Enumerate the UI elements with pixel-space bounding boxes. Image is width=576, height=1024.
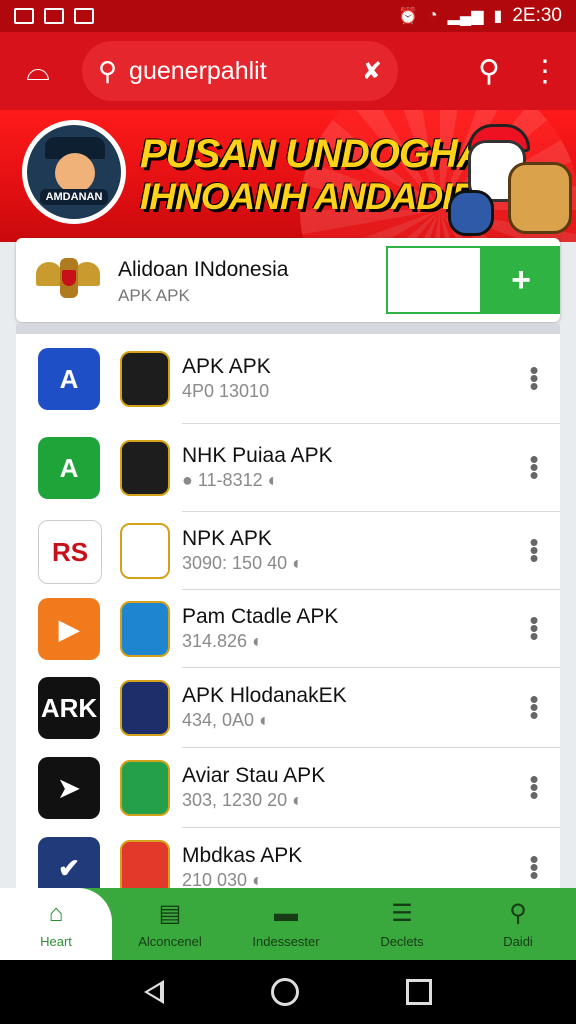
badge-ribbon: AMDANAN bbox=[39, 189, 109, 205]
app-icon: A bbox=[38, 437, 100, 499]
list-item[interactable]: A APK APK 4P0 13010 • • • bbox=[16, 334, 560, 424]
overflow-menu-icon[interactable]: • • • bbox=[524, 529, 544, 571]
app-name: Aviar Stau APK bbox=[182, 764, 326, 787]
nav-item-indessester[interactable]: ▬ Indessester bbox=[228, 888, 344, 960]
overflow-menu-icon[interactable]: • • • bbox=[524, 686, 544, 728]
status-notifications bbox=[14, 8, 94, 24]
section-divider bbox=[16, 324, 560, 334]
app-version: 4P0 13010 bbox=[182, 381, 270, 401]
search-icon: ⚲ bbox=[509, 900, 527, 927]
app-version: ● 11-8312 ◐ bbox=[182, 470, 279, 490]
overflow-menu-icon[interactable]: • • • bbox=[524, 357, 544, 399]
app-badge-icon bbox=[120, 440, 170, 496]
mascot-brown bbox=[508, 162, 572, 234]
app-version: 303, 1230 20 ◐ bbox=[182, 790, 303, 810]
app-list: A APK APK 4P0 13010 • • • A NHK Puiaa APK ● 11-8… bbox=[16, 334, 560, 894]
signal-icon: ▂▄▆ bbox=[447, 8, 484, 25]
app-badge-icon bbox=[120, 523, 170, 579]
status-system: ⏰ ◔ ▂▄▆ ▮ 2E:30 bbox=[398, 5, 562, 27]
featured-card[interactable]: Alidoan INdonesia APK APK + bbox=[16, 238, 560, 322]
logo-wing-left bbox=[36, 262, 62, 286]
featured-subtitle: APK APK bbox=[118, 286, 190, 305]
clear-icon[interactable]: ✘ bbox=[362, 57, 382, 86]
nav-label: Declets bbox=[380, 934, 424, 949]
overflow-menu-icon[interactable]: • • • bbox=[524, 446, 544, 488]
search-button[interactable]: ⚲ bbox=[478, 54, 500, 89]
wifi-icon: ◔ bbox=[427, 7, 438, 24]
mascot-robot bbox=[448, 190, 494, 236]
nav-item-home[interactable]: ⌂ Heart bbox=[0, 888, 112, 960]
search-icon: ⚲ bbox=[98, 55, 118, 86]
nav-item-daidi[interactable]: ⚲ Daidi bbox=[460, 888, 576, 960]
basket-icon[interactable]: ⌓ bbox=[16, 49, 60, 93]
logo-shield bbox=[62, 270, 76, 286]
clock: 2E:30 bbox=[512, 5, 562, 26]
list-item[interactable]: A NHK Puiaa APK ● 11-8312 ◐ • • • bbox=[16, 424, 560, 512]
list-item[interactable]: ▶ Pam Ctadle APK 314.826 ◐ • • • bbox=[16, 590, 560, 668]
app-icon: ➤ bbox=[38, 757, 100, 819]
add-button[interactable]: + bbox=[482, 246, 560, 314]
app-name: NPK APK bbox=[182, 527, 272, 550]
list-item[interactable]: ➤ Aviar Stau APK 303, 1230 20 ◐ • • • bbox=[16, 748, 560, 828]
overflow-menu-icon[interactable]: • • • bbox=[524, 846, 544, 888]
featured-title: Alidoan INdonesia bbox=[118, 258, 289, 281]
app-version: 314.826 ◐ bbox=[182, 631, 263, 651]
app-badge-icon bbox=[120, 840, 170, 894]
banner-headline-1: PUSAN UNDOGHAN bbox=[140, 132, 514, 176]
battery-icon: ▮ bbox=[493, 8, 503, 25]
image-icon bbox=[44, 8, 64, 24]
recents-icon[interactable] bbox=[406, 979, 433, 1005]
status-bar: ⏰ ◔ ▂▄▆ ▮ 2E:30 bbox=[0, 0, 576, 32]
nav-label: Alconcenel bbox=[138, 934, 202, 949]
app-name: Pam Ctadle APK bbox=[182, 605, 339, 628]
app-name: APK HlodanakEK bbox=[182, 684, 347, 707]
list-item[interactable]: ✔ Mbdkas APK 210 030 ◐ • • • bbox=[16, 828, 560, 894]
app-icon: ARK bbox=[38, 677, 100, 739]
list-icon: ☰ bbox=[391, 900, 413, 927]
banner-headline-2: IHNOANH ANDADIR! bbox=[140, 176, 489, 217]
banner-badge: AMDANAN bbox=[22, 120, 126, 224]
overflow-menu-icon[interactable]: • • • bbox=[524, 766, 544, 808]
list-item[interactable]: RS NPK APK 3090: 150 40 ◐ • • • bbox=[16, 512, 560, 590]
featured-blank-box[interactable] bbox=[386, 246, 482, 314]
app-name: NHK Puiaa APK bbox=[182, 444, 333, 467]
document-icon: ▤ bbox=[158, 900, 182, 927]
nav-item-alconcenel[interactable]: ▤ Alconcenel bbox=[112, 888, 228, 960]
app-icon: RS bbox=[38, 520, 102, 584]
app-icon: ✔ bbox=[38, 837, 100, 894]
search-input[interactable]: ⚲ guenerpahlit ✘ bbox=[82, 41, 398, 101]
nav-label: Daidi bbox=[503, 934, 533, 949]
notification-icon bbox=[14, 8, 34, 24]
app-icon: A bbox=[38, 348, 100, 410]
app-name: Mbdkas APK bbox=[182, 844, 303, 867]
garuda-logo bbox=[36, 248, 100, 310]
chat-icon: ▬ bbox=[274, 899, 298, 927]
nav-label: Indessester bbox=[252, 933, 320, 949]
app-badge-icon bbox=[120, 760, 170, 816]
app-icon: ▶ bbox=[38, 598, 100, 660]
home-icon: ⌂ bbox=[48, 899, 64, 927]
edit-icon bbox=[74, 8, 94, 24]
more-vertical-icon[interactable]: ⋮ bbox=[530, 54, 560, 89]
nav-item-declets[interactable]: ☰ Declets bbox=[344, 888, 460, 960]
app-name: APK APK bbox=[182, 355, 271, 378]
app-version: 434, 0A0 ◐ bbox=[182, 710, 270, 730]
badge-face bbox=[55, 153, 95, 193]
nav-label: Heart bbox=[40, 933, 72, 949]
system-nav-bar bbox=[0, 960, 576, 1024]
list-item[interactable]: ARK APK HlodanakEK 434, 0A0 ◐ • • • bbox=[16, 668, 560, 748]
back-icon[interactable] bbox=[143, 980, 164, 1004]
overflow-menu-icon[interactable]: • • • bbox=[524, 607, 544, 649]
app-version: 3090: 150 40 ◐ bbox=[182, 553, 303, 573]
app-badge-icon bbox=[120, 680, 170, 736]
promo-banner[interactable]: AMDANAN PUSAN UNDOGHAN IHNOANH ANDADIR! bbox=[0, 110, 576, 242]
alarm-icon: ⏰ bbox=[397, 8, 418, 25]
app-badge-icon bbox=[120, 351, 170, 407]
home-circle-icon[interactable] bbox=[270, 978, 299, 1006]
app-bar: ⌓ ⚲ guenerpahlit ✘ ⚲ ⋮ bbox=[0, 32, 576, 110]
app-badge-icon bbox=[120, 601, 170, 657]
bottom-nav: ⌂ Heart ▤ Alconcenel ▬ Indessester ☰ Dec… bbox=[0, 888, 576, 960]
search-query: guenerpahlit bbox=[129, 56, 267, 85]
